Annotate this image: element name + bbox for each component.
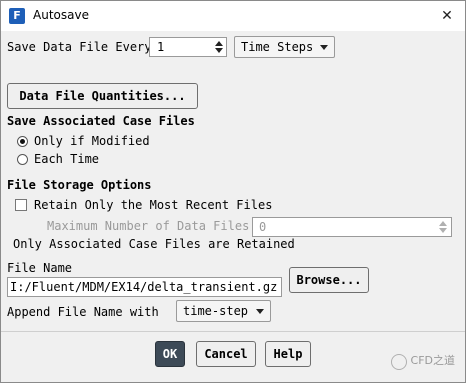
autosave-dialog: F Autosave ✕ Save Data File Every 1 Time… bbox=[0, 0, 466, 383]
fluent-app-icon: F bbox=[9, 8, 25, 24]
append-label: Append File Name with bbox=[7, 305, 159, 319]
watermark: CFD之道 bbox=[410, 354, 455, 367]
title-bar: F Autosave ✕ bbox=[1, 1, 465, 31]
max-files-value: 0 bbox=[259, 220, 267, 234]
cancel-button[interactable]: Cancel bbox=[196, 341, 256, 367]
retain-label[interactable]: Retain Only the Most Recent Files bbox=[34, 198, 272, 212]
append-value: time-step bbox=[183, 304, 249, 318]
save-every-unit-value: Time Steps bbox=[241, 40, 314, 54]
stepper-up-icon bbox=[439, 221, 447, 226]
retain-checkbox[interactable] bbox=[15, 199, 27, 211]
ok-button[interactable]: OK bbox=[155, 341, 185, 367]
save-every-label: Save Data File Every bbox=[7, 40, 152, 54]
watermark-logo-icon bbox=[391, 354, 407, 370]
case-files-heading: Save Associated Case Files bbox=[7, 114, 195, 128]
storage-heading: File Storage Options bbox=[7, 178, 152, 192]
max-files-label: Maximum Number of Data Files bbox=[47, 219, 250, 233]
file-name-label: File Name bbox=[7, 261, 73, 275]
stepper-down-icon bbox=[439, 228, 447, 233]
radio-only-if-modified-label[interactable]: Only if Modified bbox=[34, 134, 150, 148]
save-every-unit-dropdown[interactable]: Time Steps bbox=[234, 36, 335, 58]
stepper-down-icon[interactable] bbox=[215, 48, 223, 53]
append-dropdown[interactable]: time-step bbox=[176, 300, 271, 322]
radio-each-time[interactable] bbox=[17, 154, 28, 165]
close-icon[interactable]: ✕ bbox=[437, 6, 457, 26]
radio-only-if-modified[interactable] bbox=[17, 136, 28, 147]
save-every-stepper[interactable]: 1 bbox=[149, 37, 227, 57]
data-file-quantities-button[interactable]: Data File Quantities... bbox=[7, 83, 198, 109]
file-name-input[interactable]: I:/Fluent/MDM/EX14/delta_transient.gz bbox=[7, 277, 282, 297]
save-every-value[interactable]: 1 bbox=[157, 40, 164, 54]
browse-button[interactable]: Browse... bbox=[289, 267, 369, 293]
divider bbox=[1, 331, 465, 332]
window-title: Autosave bbox=[33, 8, 89, 22]
chevron-down-icon bbox=[320, 45, 328, 50]
help-button[interactable]: Help bbox=[265, 341, 311, 367]
chevron-down-icon bbox=[256, 309, 264, 314]
retain-note: Only Associated Case Files are Retained bbox=[13, 237, 295, 251]
max-files-stepper: 0 bbox=[252, 217, 452, 237]
radio-each-time-label[interactable]: Each Time bbox=[34, 152, 99, 166]
stepper-up-icon[interactable] bbox=[215, 41, 223, 46]
